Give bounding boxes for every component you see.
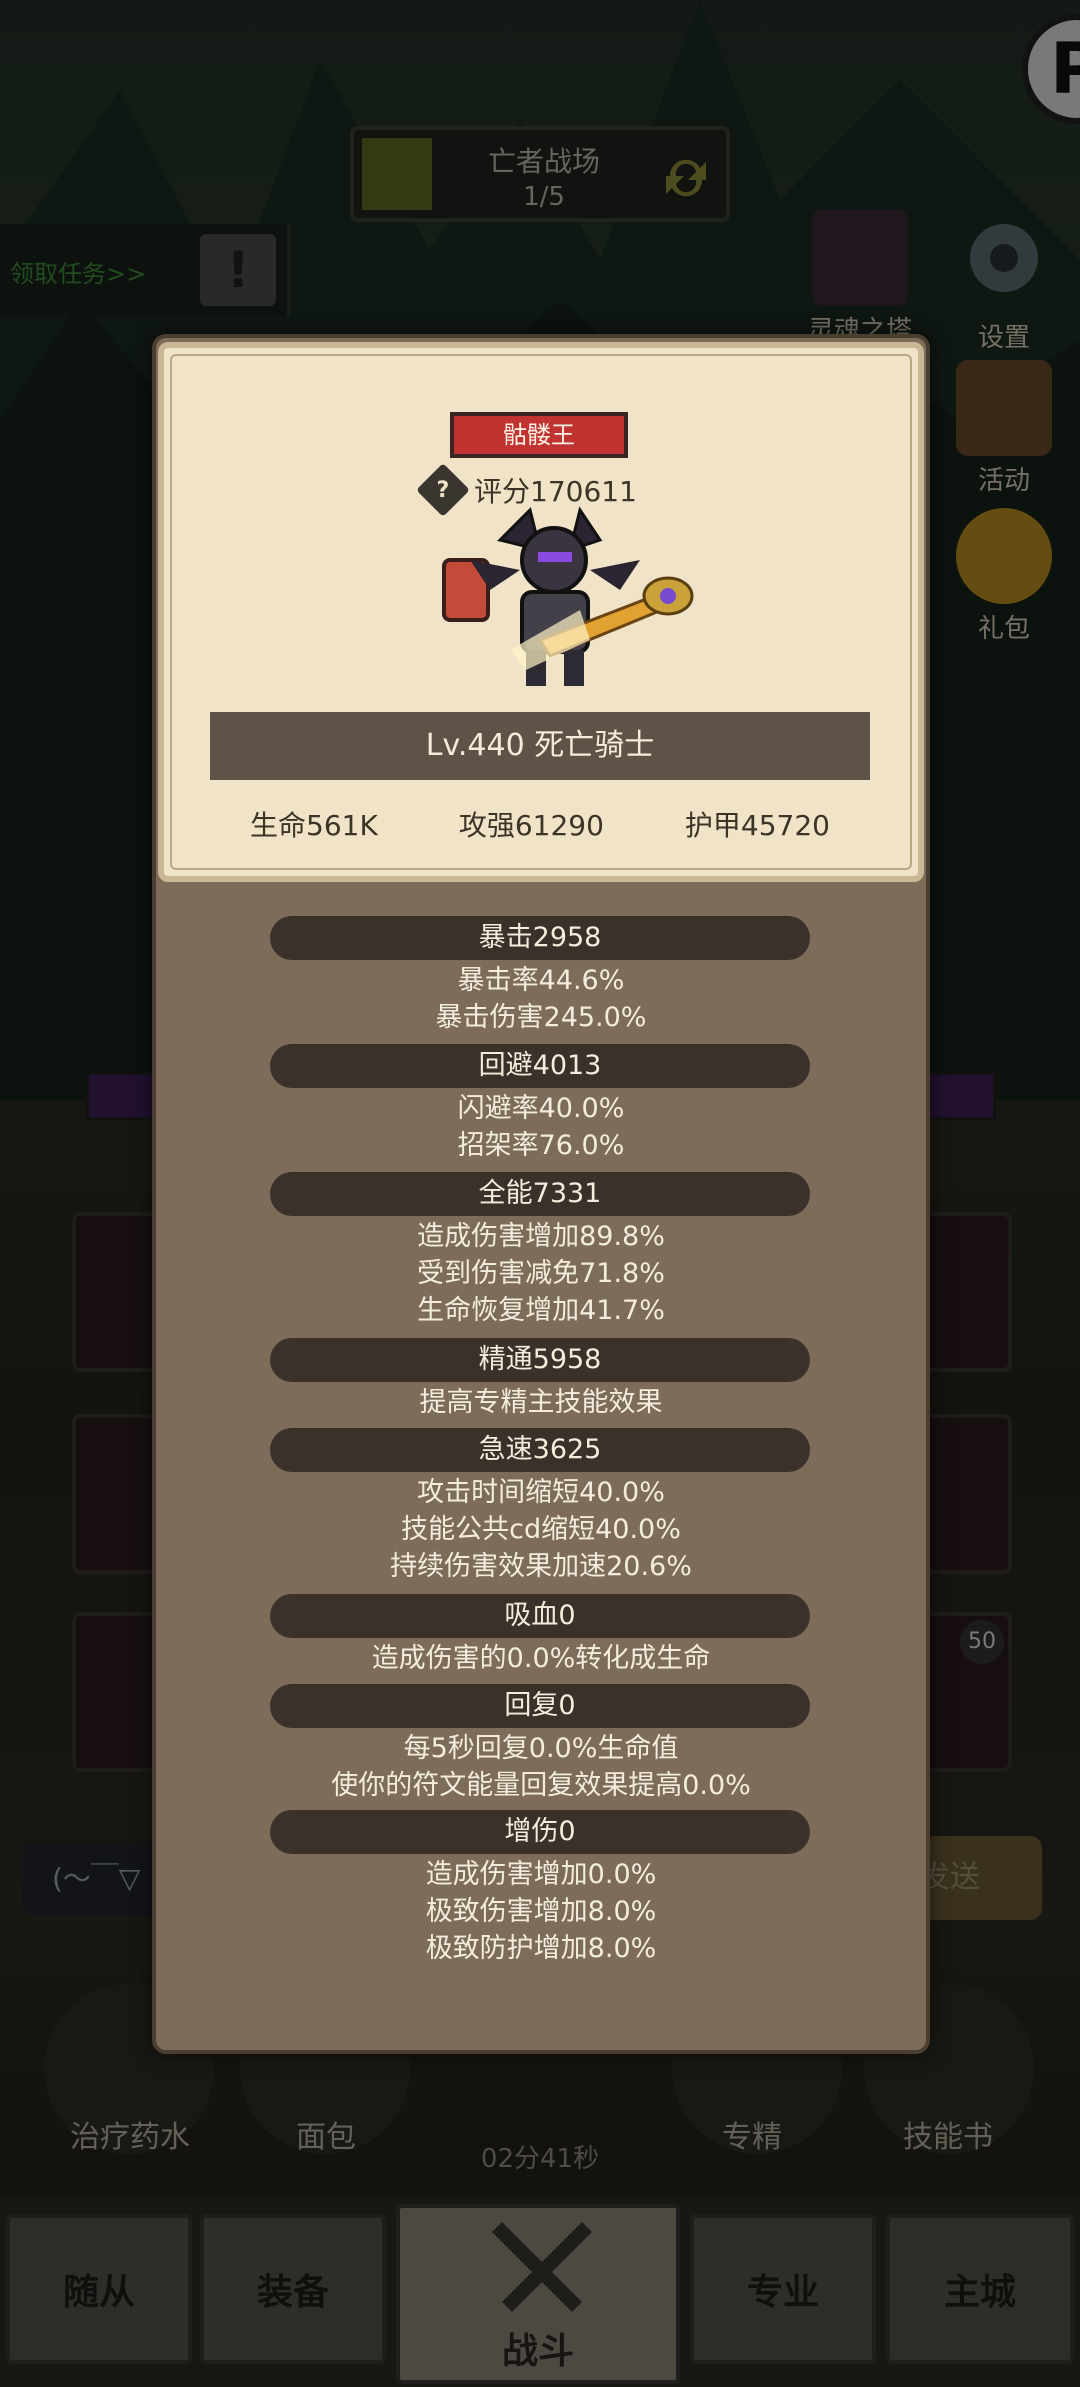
stat-line: 技能公共cd缩短40.0% [401,1514,681,1545]
stat-line: 使你的符文能量回复效果提高0.0% [331,1770,751,1801]
stat-line: 极致防护增加8.0% [425,1933,657,1964]
stat-line: 攻击时间缩短40.0% [417,1477,665,1508]
attack-stat: 攻强61290 [458,809,604,842]
stat-title-haste: 急速3625 [270,1428,810,1472]
stat-line: 持续伤害效果加速20.6% [390,1551,692,1582]
stat-line: 暴击伤害245.0% [435,1002,647,1033]
boss-name: Lv.440 死亡骑士 [210,712,870,780]
boss-title-badge: 骷髅王 [450,412,628,458]
stat-title-damage-bonus: 增伤0 [270,1810,810,1854]
stat-line: 生命恢复增加41.7% [417,1295,665,1326]
stat-line: 受到伤害减免71.8% [417,1258,665,1289]
stat-line: 闪避率40.0% [457,1093,625,1124]
armor-stat: 护甲45720 [684,809,830,842]
stat-line: 每5秒回复0.0%生命值 [403,1733,679,1764]
death-knight-portrait [442,506,694,686]
stat-line: 造成伤害的0.0%转化成生命 [371,1643,711,1674]
stat-line: 造成伤害增加0.0% [425,1859,657,1890]
stat-title-versatility: 全能7331 [270,1172,810,1216]
stat-title-leech: 吸血0 [270,1594,810,1638]
stat-line: 招架率76.0% [457,1130,625,1161]
stat-line: 极致伤害增加8.0% [425,1896,657,1927]
stat-title-regen: 回复0 [270,1684,810,1728]
hp-stat: 生命561K [250,809,378,842]
stat-title-avoidance: 回避4013 [270,1044,810,1088]
stat-line: 暴击率44.6% [457,965,625,996]
stat-title-mastery: 精通5958 [270,1338,810,1382]
boss-base-stats: 生命561K 攻强61290 护甲45720 [210,804,870,848]
stat-line: 造成伤害增加89.8% [417,1221,665,1252]
stat-title-crit: 暴击2958 [270,916,810,960]
stat-line: 提高专精主技能效果 [419,1387,663,1418]
